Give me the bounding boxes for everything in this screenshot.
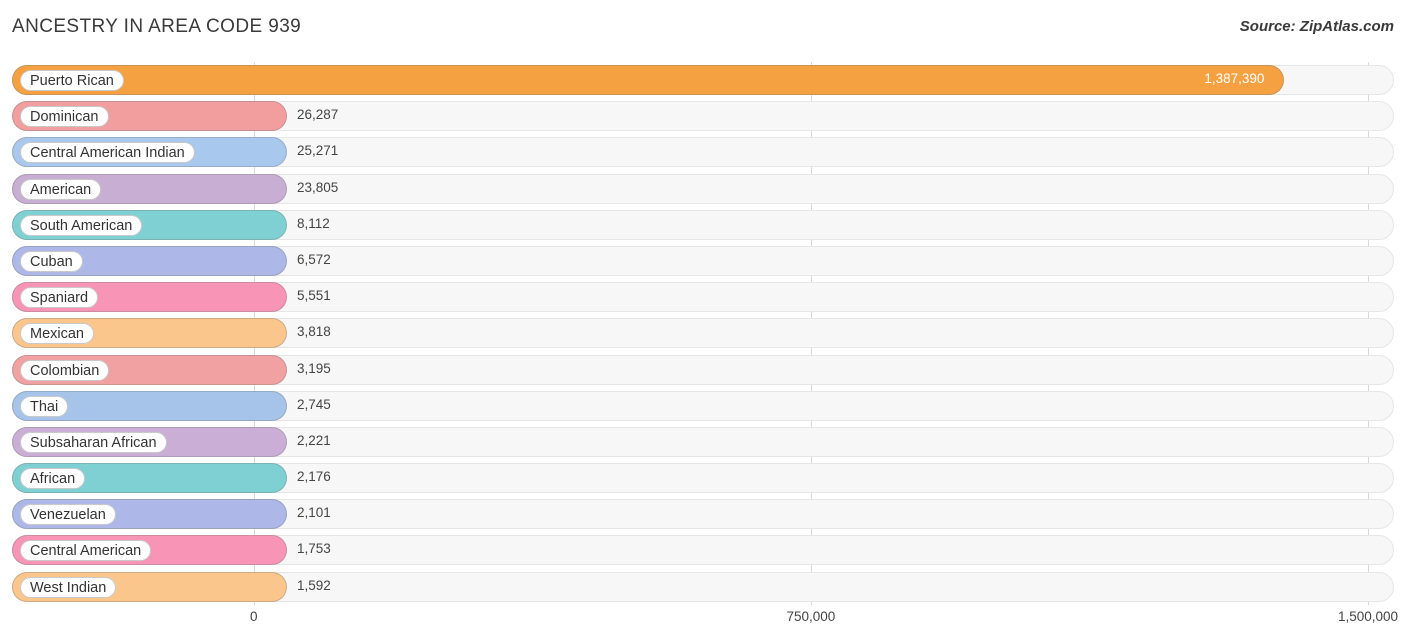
bar-value-label: 3,195 [297,360,331,376]
bar-value-label: 2,745 [297,396,331,412]
bar-row[interactable]: Venezuelan 2,101 [12,496,1394,532]
bar-category-label: Thai [20,395,69,417]
bar-category-label: Central American [20,540,152,562]
bar-row[interactable]: Colombian 3,195 [12,352,1394,388]
bar-category-label: Spaniard [20,287,99,309]
bar-row[interactable]: Mexican 3,818 [12,315,1394,351]
bar-value-label: 23,805 [297,179,339,195]
bar-row[interactable]: Thai 2,745 [12,388,1394,424]
bar-category-label: West Indian [20,576,117,598]
bar-category-label: Venezuelan [20,504,116,526]
bar-category-label: Mexican [20,323,94,345]
bar-row[interactable]: Cuban 6,572 [12,243,1394,279]
bar-category-label: Cuban [20,250,83,272]
page-title: ANCESTRY IN AREA CODE 939 [12,16,302,37]
bar-chart-rows: Puerto Rican 1,387,390 Dominican 26,287 Cent… [12,62,1394,605]
bar-value-label: 6,572 [297,251,331,267]
source-label: Source: ZipAtlas.com [1239,18,1394,35]
bar-row[interactable]: Central American 1,753 [12,532,1394,568]
bar-row[interactable]: West Indian 1,592 [12,569,1394,605]
bar-category-label: American [20,178,102,200]
bar-value-label: 2,176 [297,469,331,485]
bar[interactable] [12,65,1285,95]
bar-row[interactable]: Subsaharan African 2,221 [12,424,1394,460]
bar-row[interactable]: Dominican 26,287 [12,98,1394,134]
bar-value-label: 1,387,390 [1204,71,1265,86]
bar-category-label: Dominican [20,106,109,128]
bar-category-label: Subsaharan African [20,431,167,453]
bar-category-label: African [20,468,86,490]
bar-category-label: South American [20,214,143,236]
bar-value-label: 3,818 [297,324,331,340]
bar-value-label: 25,271 [297,143,339,159]
bar-value-label: 5,551 [297,288,331,304]
bar-value-label: 26,287 [297,107,339,123]
bar-row[interactable]: African 2,176 [12,460,1394,496]
bar-row[interactable]: Puerto Rican 1,387,390 [12,62,1394,98]
bar-value-label: 1,592 [297,577,331,593]
bar-value-label: 1,753 [297,541,331,557]
bar-category-label: Central American Indian [20,142,195,164]
bar-row[interactable]: American 23,805 [12,171,1394,207]
bar-category-label: Puerto Rican [20,70,124,91]
bar-value-label: 2,101 [297,505,331,521]
bar-row[interactable]: Spaniard 5,551 [12,279,1394,315]
x-axis-tick: 0 [250,609,258,624]
bar-row[interactable]: Central American Indian 25,271 [12,134,1394,170]
bar-row[interactable]: South American 8,112 [12,207,1394,243]
bar-value-label: 8,112 [297,215,330,231]
x-axis-tick: 750,000 [786,609,836,624]
x-axis-tick: 1,500,000 [1338,609,1399,624]
bar-category-label: Colombian [20,359,110,381]
bar-value-label: 2,221 [297,432,331,448]
